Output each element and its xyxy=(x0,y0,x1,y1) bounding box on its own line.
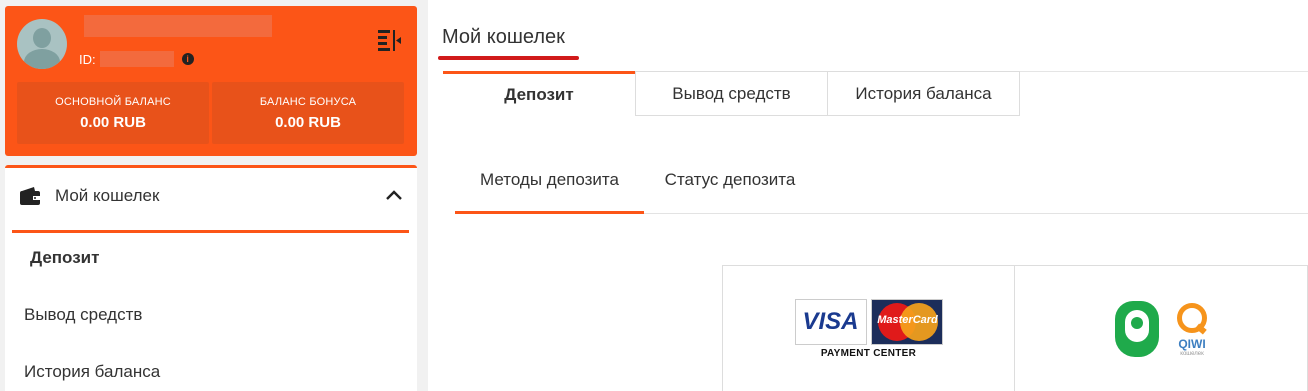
payment-center-caption: PAYMENT CENTER xyxy=(820,347,917,359)
menu-divider xyxy=(12,230,409,233)
user-id-row: ID: i xyxy=(79,51,194,67)
title-underline xyxy=(438,56,579,60)
sidebar: ID: i ОСНОВНОЙ БАЛАНС 0.00 RUB БАЛАНС БО… xyxy=(0,0,421,391)
chevron-up-icon[interactable] xyxy=(385,188,403,202)
collapse-sidebar-icon[interactable] xyxy=(376,27,402,53)
wallet-icon xyxy=(20,187,40,205)
method-card-qiwi[interactable]: QIWI кошелек xyxy=(1015,265,1308,391)
subtab-deposit-methods[interactable]: Методы депозита xyxy=(455,160,644,214)
main-balance-value: 0.00 RUB xyxy=(80,113,146,131)
main-balance-label: ОСНОВНОЙ БАЛАНС xyxy=(55,95,171,108)
bonus-balance-label: БАЛАНС БОНУСА xyxy=(259,95,357,108)
qiwi-logo: QIWI кошелек xyxy=(1177,302,1207,357)
qiwi-sublabel: кошелек xyxy=(1180,350,1204,357)
sidebar-item-withdraw[interactable]: Вывод средств xyxy=(5,295,417,335)
avatar[interactable] xyxy=(17,19,67,69)
profile-card: ID: i ОСНОВНОЙ БАЛАНС 0.00 RUB БАЛАНС БО… xyxy=(5,6,417,156)
info-icon[interactable]: i xyxy=(181,53,194,65)
bonus-balance: БАЛАНС БОНУСА 0.00 RUB xyxy=(212,82,404,144)
main-balance: ОСНОВНОЙ БАЛАНС 0.00 RUB xyxy=(17,82,209,144)
wallet-tabs: Депозит Вывод средств История баланса xyxy=(443,71,1020,116)
qiwi-label: QIWI xyxy=(1178,336,1206,351)
wallet-menu: Мой кошелек Депозит Вывод средств Истори… xyxy=(5,165,417,391)
id-label: ID: xyxy=(79,51,96,67)
balances: ОСНОВНОЙ БАЛАНС 0.00 RUB БАЛАНС БОНУСА 0… xyxy=(17,82,404,144)
subtab-deposit-status[interactable]: Статус депозита xyxy=(644,160,816,214)
username-redacted xyxy=(84,15,272,37)
deposit-subtabs: Методы депозита Статус депозита xyxy=(455,160,816,214)
tab-balance-history[interactable]: История баланса xyxy=(828,71,1020,116)
tab-withdraw[interactable]: Вывод средств xyxy=(635,71,828,116)
wallet-menu-title: Мой кошелек xyxy=(55,186,160,205)
visa-logo: VISA xyxy=(794,298,867,345)
wallet-menu-header[interactable]: Мой кошелек xyxy=(5,168,417,226)
mastercard-text: MasterCard xyxy=(877,313,938,326)
tab-deposit[interactable]: Депозит xyxy=(443,71,635,116)
bonus-balance-value: 0.00 RUB xyxy=(275,113,341,131)
sberbank-icon xyxy=(1115,300,1159,357)
page-title: Мой кошелек xyxy=(442,26,565,48)
payment-center-logo: VISA MasterCard PAYMENT CENTER xyxy=(794,298,943,359)
qiwi-logo-group: QIWI кошелек xyxy=(1115,300,1207,357)
sidebar-item-balance-history[interactable]: История баланса xyxy=(5,352,417,391)
method-card-payment-center[interactable]: VISA MasterCard PAYMENT CENTER xyxy=(722,265,1015,391)
main-content: Мой кошелек Депозит Вывод средств Истори… xyxy=(428,0,1308,391)
user-id-redacted xyxy=(99,51,174,67)
mastercard-logo: MasterCard xyxy=(870,298,943,345)
deposit-methods: VISA MasterCard PAYMENT CENTER QIWI коше… xyxy=(722,265,1308,391)
sidebar-item-deposit[interactable]: Депозит xyxy=(5,238,417,278)
